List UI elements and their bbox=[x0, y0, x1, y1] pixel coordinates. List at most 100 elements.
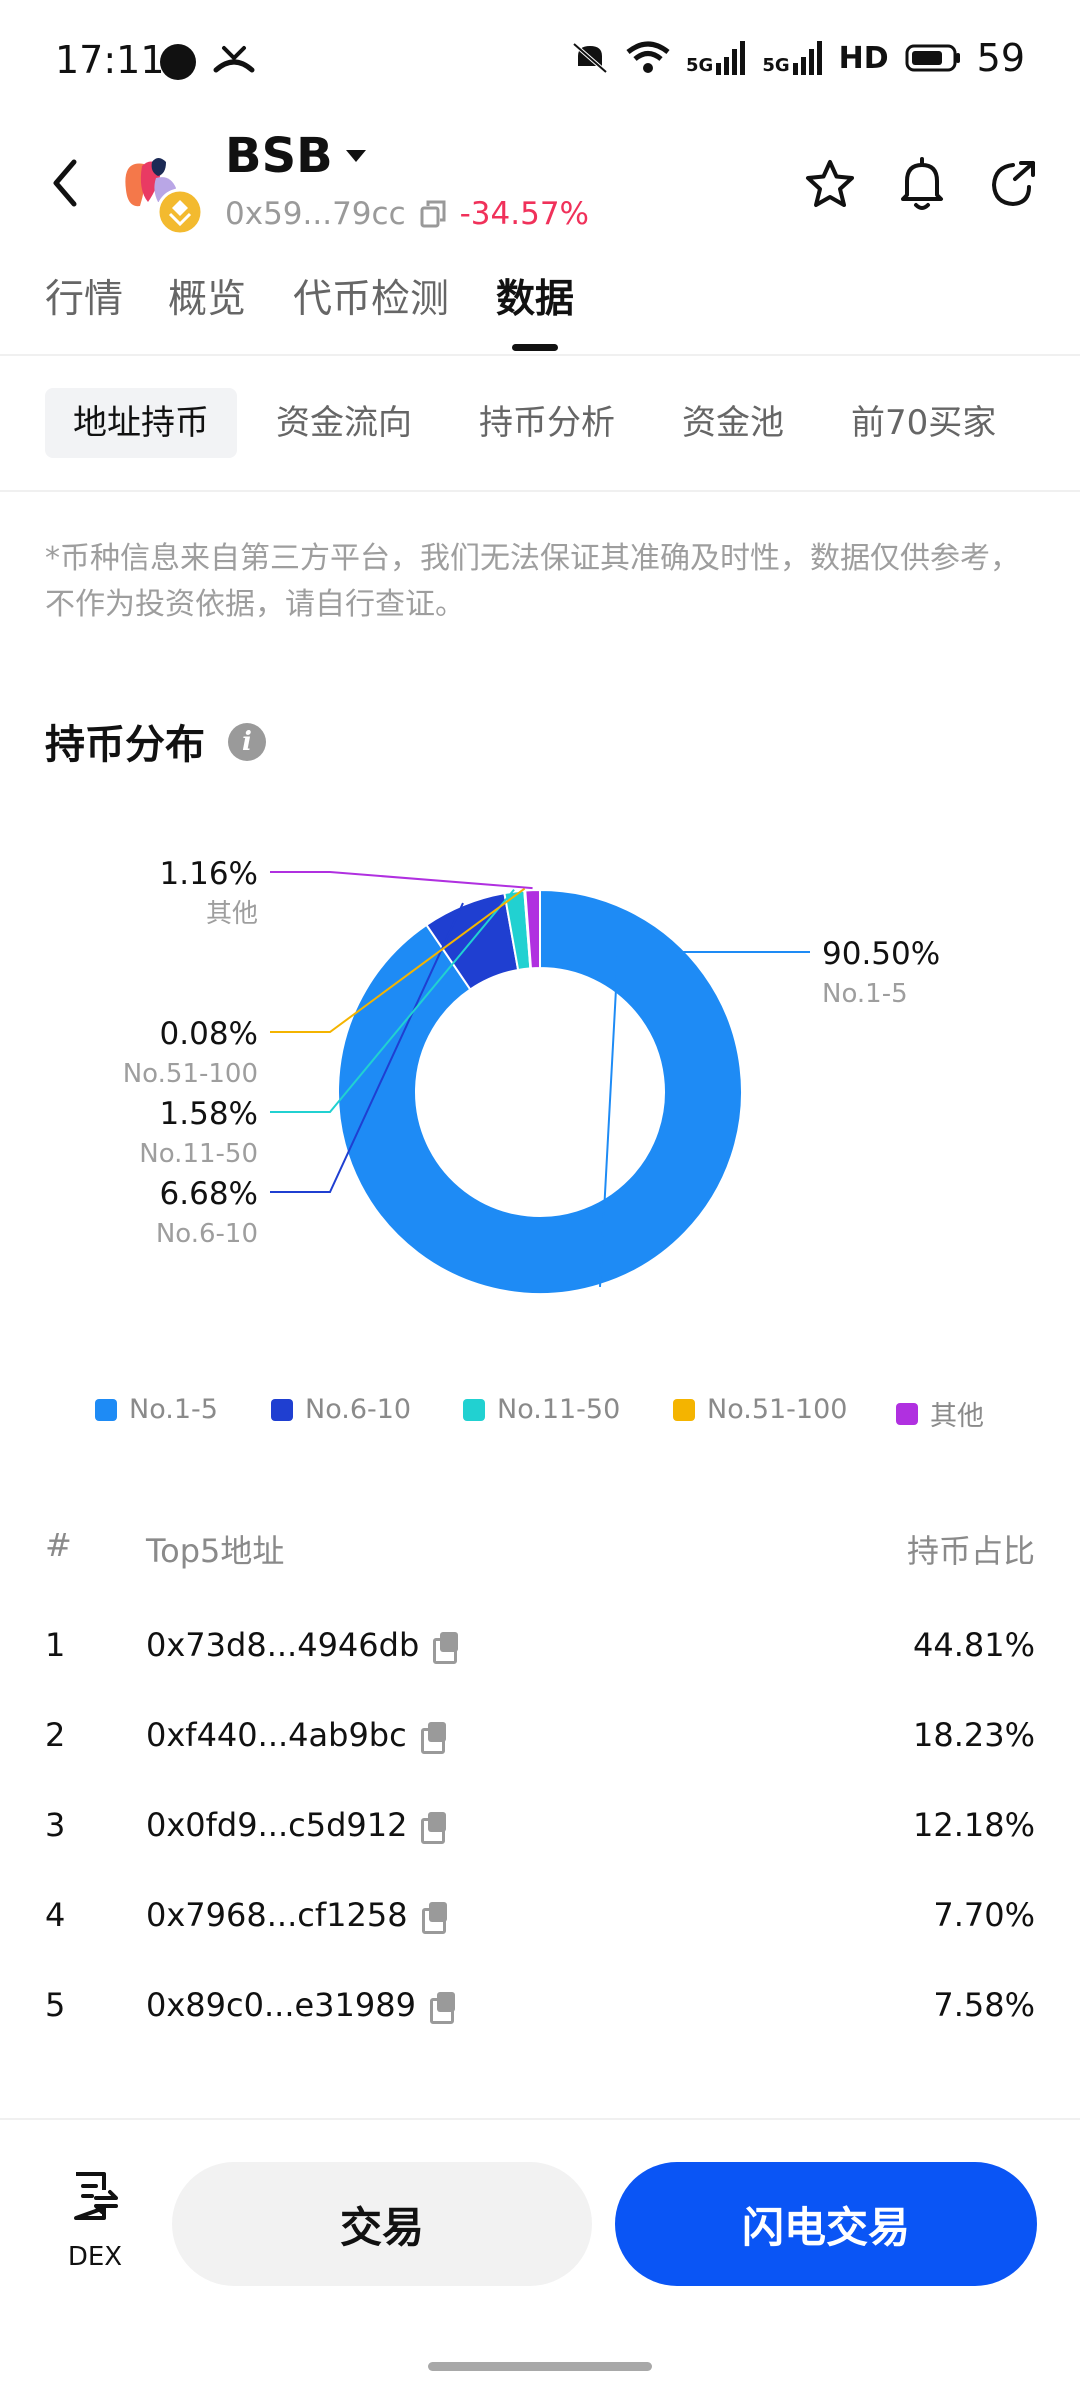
copy-icon[interactable] bbox=[433, 1632, 459, 1664]
copy-icon[interactable] bbox=[421, 1812, 447, 1844]
status-bar: 17:11 5G 5G HD 59 bbox=[0, 0, 1080, 124]
legend-item: No.51-100 bbox=[673, 1394, 847, 1425]
alert-button[interactable] bbox=[890, 152, 954, 216]
row-share: 7.58% bbox=[933, 1986, 1035, 2024]
missed-call-icon bbox=[213, 46, 255, 73]
back-button[interactable] bbox=[40, 148, 90, 218]
battery-icon bbox=[905, 44, 960, 72]
holder-address: 0x73d8...4946db bbox=[146, 1626, 420, 1664]
status-time: 17:11 bbox=[55, 38, 165, 82]
table-row: 4 0x7968...cf1258 7.70% bbox=[0, 1896, 1080, 1956]
row-share: 18.23% bbox=[912, 1716, 1035, 1754]
signal-2: 5G bbox=[762, 41, 822, 75]
slice-percent-label: 6.68% bbox=[160, 1176, 258, 1212]
table-header-share: 持币占比 bbox=[906, 1532, 1035, 1570]
holder-address: 0x0fd9...c5d912 bbox=[146, 1806, 408, 1844]
info-icon[interactable]: i bbox=[228, 723, 266, 761]
disclaimer-text: *币种信息来自第三方平台，我们无法保证其准确及时性，数据仅供参考，不作为投资依据… bbox=[45, 541, 1020, 622]
holding-distribution-chart: 90.50% No.1-5 6.68% No.6-10 1.58% No.11-50 0.0… bbox=[123, 856, 940, 1295]
callout-line bbox=[270, 871, 533, 890]
caret-down-icon bbox=[345, 150, 366, 162]
slice-category-label: No.51-100 bbox=[123, 1059, 258, 1089]
subtab-liquidity-pool[interactable]: 资金池 bbox=[654, 388, 812, 458]
row-share: 7.70% bbox=[933, 1896, 1035, 1934]
dex-button[interactable]: DEX bbox=[55, 2170, 135, 2280]
slice-percent-label: 1.58% bbox=[160, 1096, 258, 1132]
slice-percent-label: 0.08% bbox=[160, 1016, 258, 1052]
token-address: 0x59...79cc bbox=[225, 196, 406, 232]
copy-icon[interactable] bbox=[421, 1902, 448, 1934]
token-selector[interactable]: BSB bbox=[225, 128, 367, 184]
tab-overview[interactable]: 概览 bbox=[168, 268, 246, 324]
legend-swatch bbox=[271, 1398, 293, 1421]
slice-percent-label: 90.50% bbox=[822, 936, 940, 972]
row-index: 5 bbox=[45, 1986, 66, 2024]
copy-icon[interactable] bbox=[420, 200, 446, 228]
chevron-left-icon bbox=[53, 159, 77, 207]
signal-bars-icon bbox=[716, 41, 746, 75]
sub-tabs: 地址持币 资金流向 持币分析 资金池 前70买家 bbox=[0, 388, 1080, 458]
holder-address: 0x7968...cf1258 bbox=[146, 1896, 408, 1934]
divider bbox=[0, 490, 1080, 492]
favorite-button[interactable] bbox=[798, 152, 862, 216]
home-indicator[interactable] bbox=[428, 2362, 652, 2371]
row-address: 0x0fd9...c5d912 bbox=[146, 1806, 447, 1844]
notification-dot-icon bbox=[160, 44, 196, 80]
price-change: -34.57% bbox=[459, 196, 590, 232]
tab-token-check[interactable]: 代币检测 bbox=[293, 268, 449, 324]
bell-icon bbox=[901, 157, 943, 210]
signal-bars-icon bbox=[792, 41, 822, 75]
legend-label: No.6-10 bbox=[305, 1394, 412, 1425]
token-logo bbox=[125, 158, 204, 236]
holder-address: 0x89c0...e31989 bbox=[146, 1986, 416, 2024]
slice-category-label: No.11-50 bbox=[139, 1139, 258, 1169]
share-icon bbox=[991, 161, 1035, 207]
slice-category-label: No.6-10 bbox=[156, 1219, 258, 1249]
table-row: 2 0xf440...4ab9bc 18.23% bbox=[0, 1716, 1080, 1776]
chart-legend: No.1-5 No.6-10 No.11-50 No.51-100 其他 bbox=[0, 1394, 1080, 1434]
dex-label: DEX bbox=[67, 2242, 123, 2272]
legend-label: 其他 bbox=[930, 1401, 984, 1432]
row-address: 0x89c0...e31989 bbox=[146, 1986, 456, 2024]
table-header-index: # bbox=[45, 1526, 72, 1564]
token-header: BSB 0x59...79cc -34.57% bbox=[0, 124, 1080, 244]
legend-label: No.1-5 bbox=[129, 1394, 218, 1425]
row-share: 44.81% bbox=[912, 1626, 1035, 1664]
row-index: 2 bbox=[45, 1716, 66, 1754]
mute-icon bbox=[572, 42, 608, 74]
row-share: 12.18% bbox=[912, 1806, 1035, 1844]
net-label-1: 5G bbox=[686, 55, 714, 76]
legend-swatch bbox=[896, 1402, 918, 1425]
subtab-address-holdings[interactable]: 地址持币 bbox=[45, 388, 237, 458]
holder-address: 0xf440...4ab9bc bbox=[146, 1716, 407, 1754]
share-button[interactable] bbox=[982, 152, 1046, 216]
legend-swatch bbox=[95, 1398, 117, 1421]
signal-1: 5G bbox=[686, 41, 746, 75]
copy-icon[interactable] bbox=[429, 1992, 456, 2024]
table-header-address: Top5地址 bbox=[146, 1532, 285, 1570]
copy-icon[interactable] bbox=[420, 1722, 447, 1754]
table-row: 3 0x0fd9...c5d912 12.18% bbox=[0, 1806, 1080, 1866]
tab-data[interactable]: 数据 bbox=[496, 268, 574, 324]
slice-percent-label: 1.16% bbox=[160, 856, 258, 892]
subtab-holding-analysis[interactable]: 持币分析 bbox=[451, 388, 643, 458]
subtab-fund-flow[interactable]: 资金流向 bbox=[248, 388, 440, 458]
legend-item: No.1-5 bbox=[95, 1394, 218, 1425]
table-row: 1 0x73d8...4946db 44.81% bbox=[0, 1626, 1080, 1686]
dex-icon bbox=[74, 2172, 118, 2220]
row-index: 4 bbox=[45, 1896, 66, 1934]
legend-item: No.11-50 bbox=[463, 1394, 620, 1425]
row-index: 1 bbox=[45, 1626, 66, 1664]
row-address: 0x7968...cf1258 bbox=[146, 1896, 448, 1934]
row-address: 0xf440...4ab9bc bbox=[146, 1716, 447, 1754]
section-title: 持币分布 bbox=[45, 722, 205, 768]
row-address: 0x73d8...4946db bbox=[146, 1626, 459, 1664]
legend-label: No.51-100 bbox=[707, 1394, 848, 1425]
tab-market[interactable]: 行情 bbox=[45, 268, 123, 324]
legend-swatch bbox=[463, 1398, 485, 1421]
flash-trade-button[interactable]: 闪电交易 bbox=[615, 2162, 1037, 2286]
trade-button[interactable]: 交易 bbox=[172, 2162, 592, 2286]
subtab-top70-buyers[interactable]: 前70买家 bbox=[823, 388, 1024, 458]
slice-category-label: No.1-5 bbox=[822, 979, 908, 1009]
table-row: 5 0x89c0...e31989 7.58% bbox=[0, 1986, 1080, 2046]
